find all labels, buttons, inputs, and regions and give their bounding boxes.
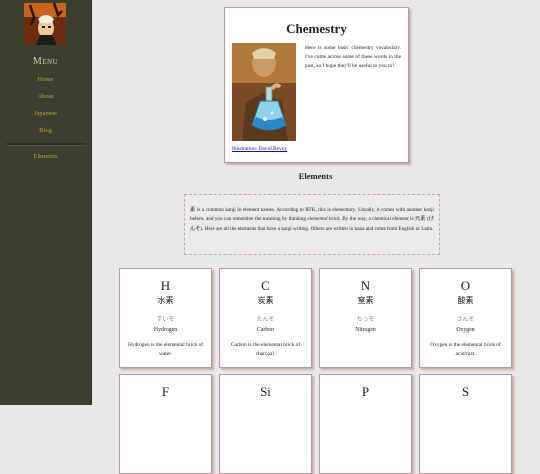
element-symbol: O — [460, 278, 471, 293]
element-card-oxygen[interactable]: O 酸素 さんそ Oxygen Oxygen is the elemental … — [419, 268, 512, 368]
menu-title: Menu — [32, 56, 59, 67]
element-card-silicon[interactable]: Si — [219, 374, 312, 474]
kanji-note: 素 is a common kanji in element names. Ac… — [184, 194, 440, 255]
illustration-credit-link[interactable]: Illustration: David Revoy — [232, 146, 287, 152]
avatar-illustration — [24, 3, 66, 45]
element-symbol: N — [360, 278, 371, 293]
element-description: Hydrogen is the elemental brick of water… — [128, 342, 203, 357]
element-name: Oxygen — [456, 327, 475, 333]
flask-illustration — [232, 43, 296, 141]
intro-paragraph: Here is some basic chemestry vocabulary.… — [305, 45, 401, 69]
element-symbol: S — [461, 384, 470, 399]
element-reading: さんそ — [456, 317, 475, 323]
element-symbol: Si — [260, 384, 271, 399]
kanji-note-text: 素 is a common kanji in element names. Ac… — [190, 206, 434, 234]
element-card-phosphorus[interactable]: P — [319, 374, 412, 474]
element-card-sulfur[interactable]: S — [419, 374, 512, 474]
element-symbol: C — [261, 278, 270, 293]
element-symbol: H — [160, 278, 171, 293]
element-symbol: P — [361, 384, 370, 399]
page-title: Chemestry — [286, 21, 347, 36]
element-kanji: 水素 — [157, 296, 174, 305]
element-card-fluorine[interactable]: F — [119, 374, 212, 474]
avatar[interactable] — [24, 3, 66, 45]
element-reading: たんそ — [256, 317, 275, 323]
element-name: Carbon — [256, 327, 275, 333]
element-reading: ちっそ — [356, 317, 375, 323]
element-card-hydrogen[interactable]: H 水素 すいそ Hydrogen Hydrogen is the elemen… — [119, 268, 212, 368]
element-symbol: F — [161, 384, 170, 399]
element-card-nitrogen[interactable]: N 窒素 ちっそ Nitrogen — [319, 268, 412, 368]
nav-japanese-link[interactable]: Japanese — [0, 110, 91, 117]
element-kanji: 炭素 — [257, 296, 274, 305]
nav-home-link[interactable]: Home — [0, 76, 91, 83]
nav-about-link[interactable]: About — [0, 93, 91, 100]
element-kanji: 酸素 — [457, 296, 474, 305]
element-card-carbon[interactable]: C 炭素 たんそ Carbon Carbon is the elemental … — [219, 268, 312, 368]
sidebar: Menu Home About Japanese Blog Elements — [0, 0, 92, 405]
element-kanji: 窒素 — [357, 296, 374, 305]
nav-divider — [6, 143, 86, 146]
element-description: Carbon is the elemental brick of charcoa… — [230, 342, 301, 357]
element-description: Oxygen is the elemental brick of acid/ru… — [430, 342, 501, 357]
chemistry-illustration — [232, 43, 296, 141]
element-reading: すいそ — [156, 317, 175, 323]
element-name: Hydrogen — [153, 327, 178, 333]
element-name: Nitrogen — [355, 327, 376, 333]
note-emphasis-elemental-brick: elemental brick — [307, 216, 340, 223]
intro-card: Chemestry Here is some basic chemestry v… — [224, 7, 409, 163]
note-part-1: 素 is a common kanji in element names. Ac… — [190, 207, 333, 213]
nav-elements-link[interactable]: Elements — [0, 153, 91, 160]
nav-blog-link[interactable]: Blog — [0, 127, 91, 134]
elements-heading: Elements — [298, 171, 333, 181]
note-emphasis-elementary: elementary — [332, 207, 356, 213]
